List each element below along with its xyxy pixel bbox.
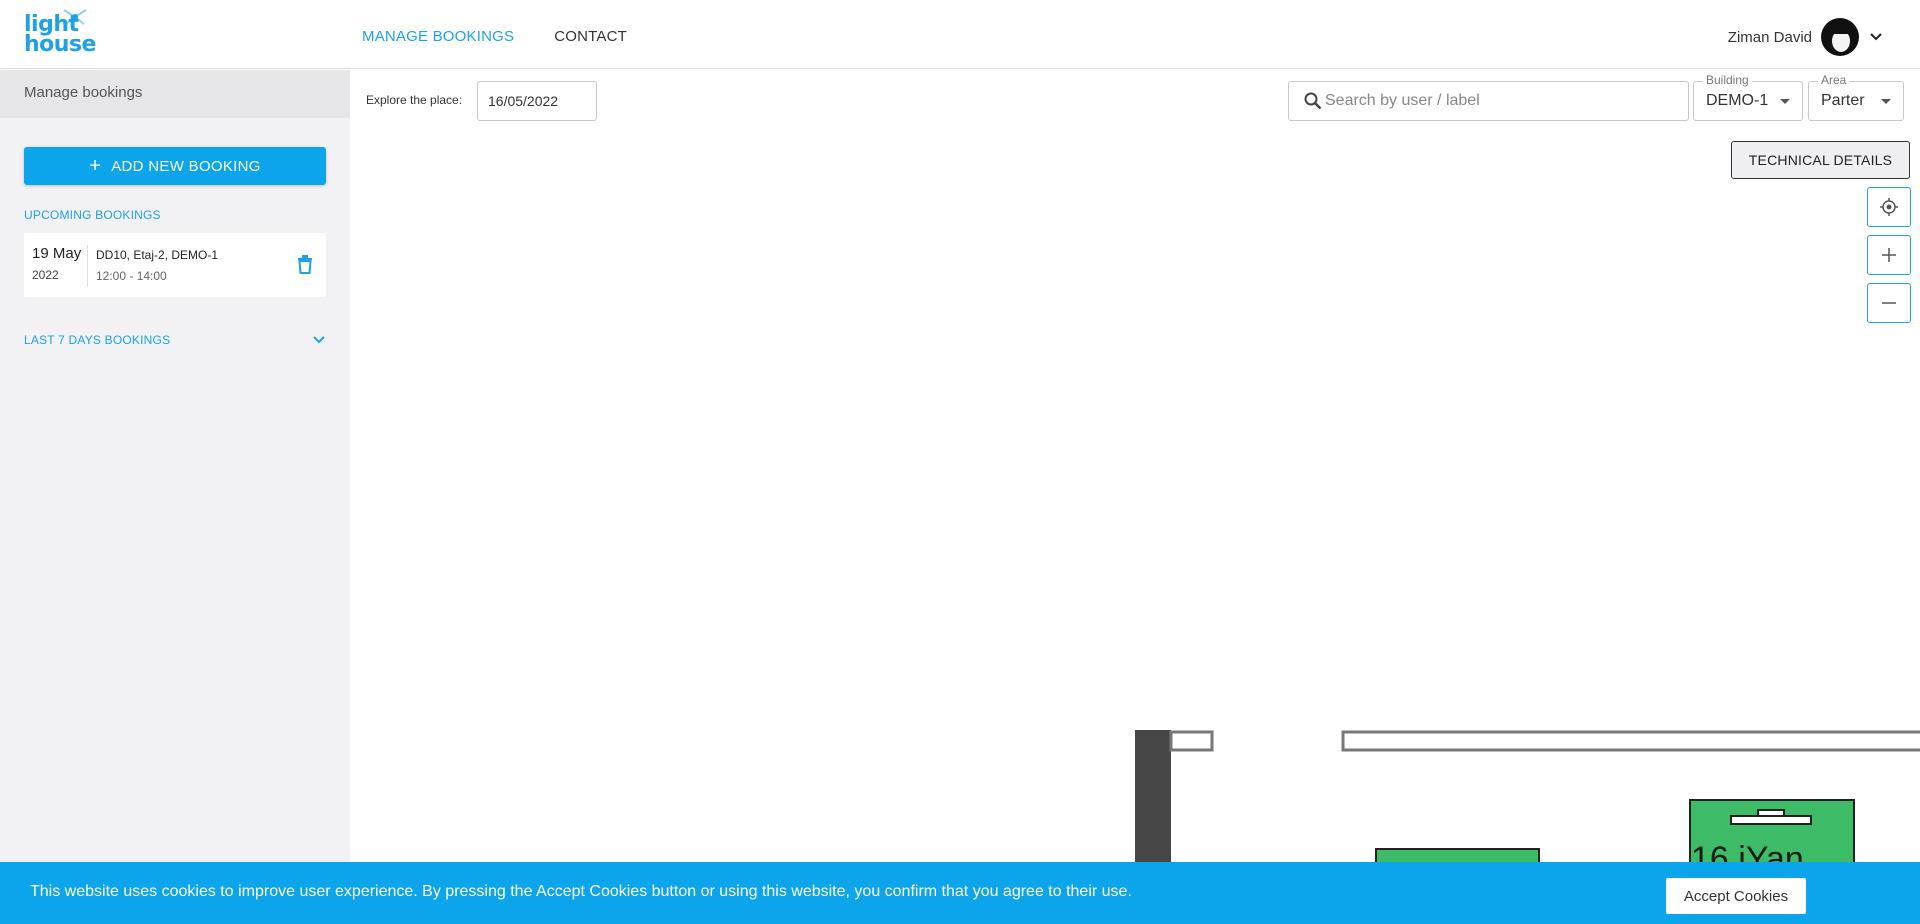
booking-card[interactable]: 19 May 2022 DD10, Etaj-2, DEMO-1 12:00 -… <box>24 233 326 297</box>
map-wall-long <box>1341 730 1920 752</box>
search-icon <box>1304 92 1322 110</box>
main-area: 16 iYan Explore the place: Building DEMO… <box>351 70 1920 924</box>
booking-divider <box>87 245 88 287</box>
area-legend: Area <box>1818 73 1850 87</box>
avatar-hair <box>1829 24 1853 34</box>
accept-cookies-button[interactable]: Accept Cookies <box>1666 878 1806 914</box>
monitor-stand <box>1757 809 1785 817</box>
building-legend: Building <box>1703 73 1752 87</box>
avatar[interactable] <box>1821 18 1859 56</box>
booking-year: 2022 <box>32 268 59 282</box>
add-new-booking-label: ADD NEW BOOKING <box>111 157 261 175</box>
booking-info: DD10, Etaj-2, DEMO-1 12:00 - 14:00 <box>96 248 218 283</box>
trash-icon[interactable] <box>296 254 314 274</box>
plus-icon: + <box>89 155 102 177</box>
dropdown-caret-icon <box>1881 98 1891 104</box>
minus-icon <box>1882 302 1896 304</box>
booking-date: 19 May 2022 <box>32 245 86 282</box>
user-name: Ziman David <box>1727 28 1812 46</box>
lighthouse-logo[interactable]: light house <box>24 8 96 58</box>
add-new-booking-button[interactable]: + ADD NEW BOOKING <box>24 147 326 185</box>
building-select[interactable]: Building DEMO-1 <box>1693 73 1803 121</box>
last-7-days-toggle[interactable]: LAST 7 DAYS BOOKINGS <box>24 333 326 347</box>
logo-text-line2: house <box>24 32 96 57</box>
booking-place: DD10, Etaj-2, DEMO-1 <box>96 248 219 262</box>
booking-day: 19 May <box>32 245 82 262</box>
search-input[interactable] <box>1325 82 1680 120</box>
chevron-down-icon[interactable] <box>1868 29 1884 45</box>
cookie-text: This website uses cookies to improve use… <box>30 883 1132 900</box>
sidebar-title: Manage bookings <box>0 70 350 118</box>
zoom-in-button[interactable] <box>1867 235 1911 275</box>
last-7-days-label: LAST 7 DAYS BOOKINGS <box>24 333 171 347</box>
user-menu[interactable]: Ziman David <box>1728 18 1884 56</box>
sidebar: Manage bookings + ADD NEW BOOKING UPCOMI… <box>0 70 350 924</box>
main-nav: MANAGE BOOKINGS CONTACT <box>362 28 627 45</box>
plus-icon <box>1882 248 1896 262</box>
area-select[interactable]: Area Parter <box>1808 73 1904 121</box>
search-field[interactable] <box>1288 81 1689 121</box>
date-input[interactable] <box>477 81 597 121</box>
area-value: Parter <box>1821 92 1865 109</box>
cookie-banner: This website uses cookies to improve use… <box>0 862 1920 924</box>
zoom-out-button[interactable] <box>1867 283 1911 323</box>
floor-map[interactable]: 16 iYan <box>351 70 1920 924</box>
chevron-down-icon <box>313 336 325 344</box>
upcoming-bookings-heading: UPCOMING BOOKINGS <box>24 208 161 222</box>
booking-time: 12:00 - 14:00 <box>96 269 167 283</box>
technical-details-button[interactable]: TECHNICAL DETAILS <box>1731 141 1910 179</box>
locate-icon <box>1880 198 1898 216</box>
locate-button[interactable] <box>1867 187 1911 227</box>
top-header: light house MANAGE BOOKINGS CONTACT Zima… <box>0 0 1920 69</box>
nav-contact[interactable]: CONTACT <box>554 28 627 45</box>
dropdown-caret-icon <box>1780 98 1790 104</box>
building-value: DEMO-1 <box>1706 92 1769 109</box>
map-wall-segment <box>1169 730 1214 752</box>
monitor-icon <box>1730 815 1812 825</box>
explore-label: Explore the place: <box>366 93 463 107</box>
nav-manage-bookings[interactable]: MANAGE BOOKINGS <box>362 28 514 45</box>
